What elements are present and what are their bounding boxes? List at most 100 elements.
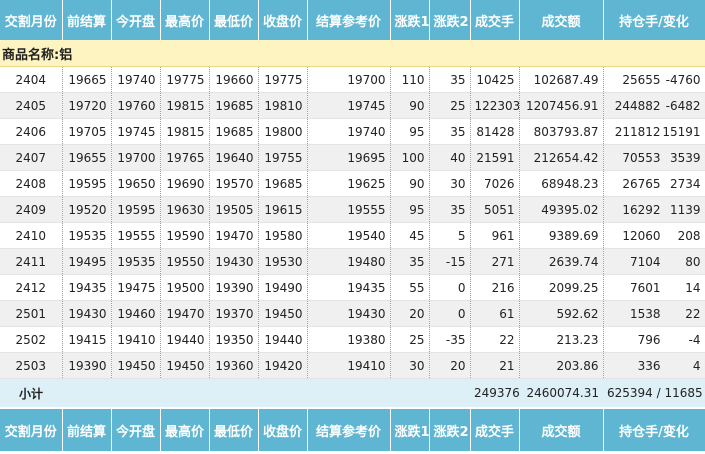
table-row[interactable]: 2503 19390 19450 19450 19360 19420 19410 30 20 21… — [0, 352, 705, 379]
table-row[interactable]: 2410 19535 19555 19590 19470 19580 19540 45 5 961… — [0, 222, 705, 249]
subtotal-volume: 249376 — [470, 378, 519, 407]
col-header-change2[interactable]: 涨跌2 — [429, 0, 471, 40]
table-cell: 19580 — [258, 222, 308, 249]
table-cell: 19760 — [111, 92, 161, 119]
footer-col-turnover[interactable]: 成交额 — [519, 409, 604, 451]
open-interest-value: 336 — [637, 358, 661, 373]
table-cell: 5 — [429, 222, 471, 249]
footer-col-open-interest[interactable]: 持仓手/变化 — [603, 409, 705, 451]
table-cell-open-interest: 7104 80 — [603, 248, 705, 275]
table-cell: 2099.25 — [519, 274, 604, 301]
footer-col-close[interactable]: 收盘价 — [258, 409, 308, 451]
table-cell: 10425 — [470, 66, 520, 93]
table-cell: 19685 — [209, 118, 259, 145]
col-header-close[interactable]: 收盘价 — [258, 0, 308, 40]
table-cell: 19665 — [62, 66, 112, 93]
table-row[interactable]: 2405 19720 19760 19815 19685 19810 19745 90 25 12… — [0, 92, 705, 119]
open-interest-change: 15191 — [662, 124, 701, 139]
footer-col-change2[interactable]: 涨跌2 — [429, 409, 471, 451]
footer-col-low[interactable]: 最低价 — [209, 409, 259, 451]
table-cell: 19815 — [160, 92, 210, 119]
table-cell-open-interest: 12060 208 — [603, 222, 705, 249]
table-row[interactable]: 2412 19435 19475 19500 19390 19490 19435 55 0 216… — [0, 274, 705, 301]
col-header-change1[interactable]: 涨跌1 — [390, 0, 430, 40]
col-header-settle-ref[interactable]: 结算参考价 — [307, 0, 391, 40]
table-cell-open-interest: 336 4 — [603, 352, 705, 379]
footer-col-prev-settle[interactable]: 前结算 — [62, 409, 112, 451]
table-cell: 19500 — [160, 274, 210, 301]
table-cell: 19745 — [111, 118, 161, 145]
table-row[interactable]: 2406 19705 19745 19815 19685 19800 19740 95 35 81… — [0, 118, 705, 145]
table-cell: 35 — [390, 248, 430, 275]
table-cell: 19745 — [307, 92, 391, 119]
table-cell: 7026 — [470, 170, 520, 197]
table-cell: 2407 — [0, 144, 63, 171]
table-cell: 25 — [390, 326, 430, 353]
table-cell: 2404 — [0, 66, 63, 93]
table-cell: 19720 — [62, 92, 112, 119]
table-row[interactable]: 2501 19430 19460 19470 19370 19450 19430 20 0 61 5… — [0, 300, 705, 327]
table-cell: 1207456.91 — [519, 92, 604, 119]
subtotal-empty — [62, 378, 470, 407]
table-cell: 212654.42 — [519, 144, 604, 171]
table-cell: 2502 — [0, 326, 63, 353]
col-header-month[interactable]: 交割月份 — [0, 0, 63, 40]
table-cell: 19590 — [160, 222, 210, 249]
col-header-turnover[interactable]: 成交额 — [519, 0, 604, 40]
table-cell: 19615 — [258, 196, 308, 223]
table-cell: 19440 — [258, 326, 308, 353]
open-interest-value: 25655 — [622, 72, 661, 87]
table-row[interactable]: 2502 19415 19410 19440 19350 19440 19380 25 -35 2… — [0, 326, 705, 353]
footer-col-month[interactable]: 交割月份 — [0, 409, 63, 451]
footer-col-volume[interactable]: 成交手 — [470, 409, 520, 451]
table-cell: 19660 — [209, 66, 259, 93]
table-cell: 90 — [390, 92, 430, 119]
table-cell: 95 — [390, 118, 430, 145]
table-cell: 2406 — [0, 118, 63, 145]
table-cell: 21591 — [470, 144, 520, 171]
table-cell: 19430 — [209, 248, 259, 275]
table-row[interactable]: 2409 19520 19595 19630 19505 19615 19555 95 35 50… — [0, 196, 705, 223]
table-cell: 30 — [429, 170, 471, 197]
table-cell: 19685 — [209, 92, 259, 119]
table-row[interactable]: 2404 19665 19740 19775 19660 19775 19700 110 35 1… — [0, 66, 705, 93]
table-cell: 19555 — [307, 196, 391, 223]
table-row[interactable]: 2411 19495 19535 19550 19430 19530 19480 35 -15 2… — [0, 248, 705, 275]
table-cell: 19550 — [160, 248, 210, 275]
table-cell: 2409 — [0, 196, 63, 223]
table-cell: 19410 — [307, 352, 391, 379]
table-cell: 49395.02 — [519, 196, 604, 223]
footer-col-high[interactable]: 最高价 — [160, 409, 210, 451]
col-header-high[interactable]: 最高价 — [160, 0, 210, 40]
table-cell: 102687.49 — [519, 66, 604, 93]
open-interest-value: 7601 — [629, 280, 661, 295]
table-cell: 19740 — [111, 66, 161, 93]
table-cell: 271 — [470, 248, 520, 275]
footer-col-settle-ref[interactable]: 结算参考价 — [307, 409, 391, 451]
footer-col-change1[interactable]: 涨跌1 — [390, 409, 430, 451]
table-row[interactable]: 2407 19655 19700 19765 19640 19755 19695 100 40 2… — [0, 144, 705, 171]
table-cell: 25 — [429, 92, 471, 119]
col-header-prev-settle[interactable]: 前结算 — [62, 0, 112, 40]
table-cell: 19495 — [62, 248, 112, 275]
table-cell-open-interest: 244882 -6482 — [603, 92, 705, 119]
table-cell: 2501 — [0, 300, 63, 327]
col-header-open-interest[interactable]: 持仓手/变化 — [603, 0, 705, 40]
footer-col-open[interactable]: 今开盘 — [111, 409, 161, 451]
open-interest-value: 7104 — [629, 254, 661, 269]
group-header-row: 商品名称:铝 — [0, 40, 705, 67]
table-cell: 19765 — [160, 144, 210, 171]
subtotal-open-interest: 625394 / 11685 — [603, 378, 705, 407]
table-cell: 19390 — [62, 352, 112, 379]
table-cell: 19410 — [111, 326, 161, 353]
table-cell: 961 — [470, 222, 520, 249]
table-cell: 19435 — [62, 274, 112, 301]
table-cell: 19390 — [209, 274, 259, 301]
col-header-low[interactable]: 最低价 — [209, 0, 259, 40]
table-row[interactable]: 2408 19595 19650 19690 19570 19685 19625 90 30 70… — [0, 170, 705, 197]
open-interest-change: -4 — [688, 332, 701, 347]
open-interest-change: -4760 — [665, 72, 701, 87]
col-header-volume[interactable]: 成交手 — [470, 0, 520, 40]
col-header-open[interactable]: 今开盘 — [111, 0, 161, 40]
open-interest-change: 80 — [685, 254, 701, 269]
